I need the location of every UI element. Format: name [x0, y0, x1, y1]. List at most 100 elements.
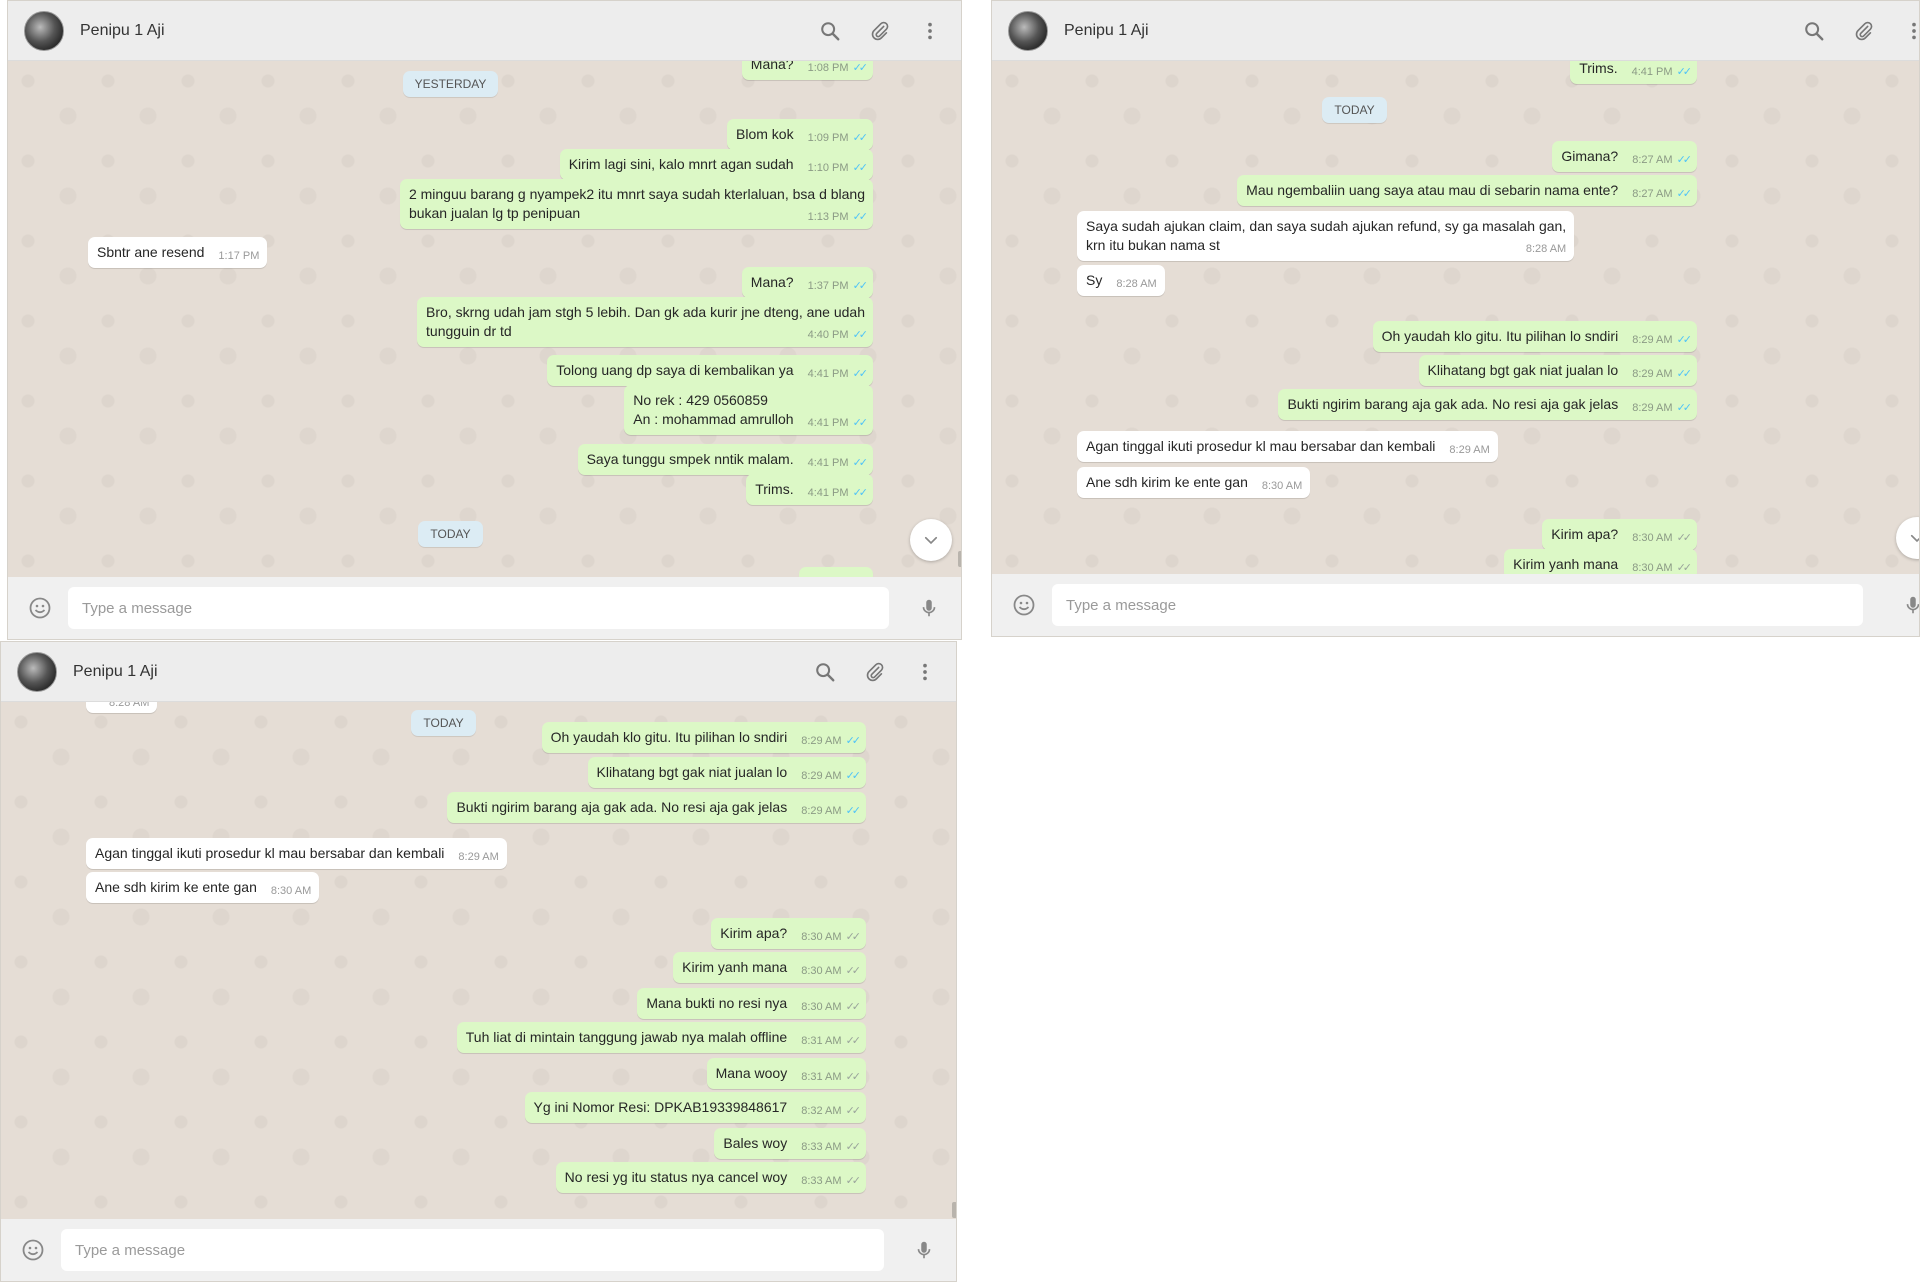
outgoing-message[interactable]: Yg ini Nomor Resi: DPKAB19339848617 8:32 …: [524, 1092, 866, 1123]
outgoing-message[interactable]: Kirim yanh mana 8:30 AM ✓✓: [1504, 549, 1697, 574]
contact-avatar[interactable]: [17, 651, 57, 692]
outgoing-message[interactable]: Gimana? 8:27 AM ✓✓: [1552, 141, 1697, 172]
outgoing-message[interactable]: Bukti ngirim barang aja gak ada. No resi…: [447, 792, 866, 823]
outgoing-message[interactable]: Trims. 4:41 PM ✓✓: [1570, 61, 1697, 84]
vertical-dots-icon[interactable]: [917, 18, 943, 44]
scroll-down-button[interactable]: [910, 519, 952, 561]
message-time: 4:41 PM: [807, 487, 849, 499]
emoji-icon[interactable]: [19, 1236, 47, 1264]
outgoing-message[interactable]: No resi yg itu status nya cancel woy 8:33…: [555, 1162, 866, 1193]
incoming-message[interactable]: Sy 8:28 AM: [1077, 265, 1165, 296]
contact-avatar[interactable]: [24, 10, 64, 51]
message-meta: 1:09 PM ✓✓: [808, 131, 869, 146]
search-icon[interactable]: [1801, 18, 1827, 44]
message-input[interactable]: [61, 1229, 884, 1271]
contact-name[interactable]: Penipu 1 Aji: [80, 22, 793, 40]
outgoing-message[interactable]: Klihatang bgt gak niat jualan lo 8:29 AM ✓…: [587, 757, 866, 788]
vertical-dots-icon[interactable]: [912, 659, 938, 685]
message-time: 8:28 AM: [1116, 278, 1157, 290]
message-time: 8:32 AM: [801, 1105, 842, 1117]
contact-name[interactable]: Penipu 1 Aji: [73, 663, 788, 681]
paperclip-icon[interactable]: [862, 659, 888, 685]
outgoing-message[interactable]: Bro, skrng udah jam stgh 5 lebih. Dan gk…: [417, 297, 873, 347]
message-time: 8:29 AM: [1632, 368, 1673, 380]
outgoing-message[interactable]: Bukti ngirim barang aja gak ada. No resi…: [1278, 389, 1697, 420]
message-input[interactable]: [68, 587, 889, 629]
incoming-message[interactable]: Agan tinggal ikuti prosedur kl mau bersa…: [1077, 431, 1498, 462]
chat-window-1: Penipu 1 Aji Mana? 1:08 PM ✓✓ YESTERDAY Blom…: [7, 0, 962, 640]
outgoing-message[interactable]: Mana wooy 8:31 AM ✓✓: [706, 1058, 866, 1089]
microphone-icon[interactable]: [1899, 591, 1919, 619]
contact-name[interactable]: Penipu 1 Aji: [1064, 22, 1777, 40]
contact-avatar[interactable]: [1008, 10, 1048, 51]
emoji-icon[interactable]: [1010, 591, 1038, 619]
message-text: Trims.: [1579, 61, 1618, 76]
message-time: 8:28 AM: [1525, 243, 1567, 255]
message-time: 8:29 AM: [801, 805, 842, 817]
outgoing-message[interactable]: Mana? 1:37 PM ✓✓: [741, 267, 873, 298]
message-meta: 8:30 AM ✓✓: [1632, 561, 1692, 574]
double-check-icon: ✓✓: [852, 280, 869, 292]
incoming-message[interactable]: Saya sudah ajukan claim, dan saya sudah …: [1077, 211, 1575, 261]
double-check-icon: ✓✓: [852, 329, 869, 341]
double-check-icon: ✓✓: [845, 1105, 862, 1117]
outgoing-message[interactable]: Kirim apa? 8:30 AM ✓✓: [1542, 519, 1697, 550]
message-text: No rek : 429 0560859 An : mohammad amrul…: [633, 392, 794, 427]
message-input[interactable]: [1052, 584, 1863, 626]
incoming-message[interactable]: Ane sdh kirim ke ente gan 8:30 AM: [86, 872, 320, 903]
outgoing-message[interactable]: Gimana?: [799, 567, 873, 577]
incoming-message[interactable]: Agan tinggal ikuti prosedur kl mau bersa…: [86, 838, 507, 869]
vertical-dots-icon[interactable]: [1901, 18, 1919, 44]
search-icon[interactable]: [812, 659, 838, 685]
outgoing-message[interactable]: Kirim apa? 8:30 AM ✓✓: [711, 918, 866, 949]
outgoing-message[interactable]: No rek : 429 0560859 An : mohammad amrul…: [624, 385, 873, 435]
double-check-icon: ✓✓: [1676, 532, 1693, 544]
search-icon[interactable]: [817, 18, 843, 44]
message-time: 8:30 AM: [801, 965, 842, 977]
message-text: Bales woy: [723, 1135, 788, 1151]
chevron-down-icon: [924, 536, 938, 545]
paperclip-icon[interactable]: [1851, 18, 1877, 44]
outgoing-message[interactable]: Tolong uang dp saya di kembalikan ya 4:41…: [547, 355, 873, 386]
message-text: Kirim lagi sini, kalo mnrt agan sudah: [568, 156, 794, 172]
outgoing-message[interactable]: Blom kok 1:09 PM ✓✓: [727, 119, 873, 150]
message-time: 8:30 AM: [1261, 480, 1303, 492]
outgoing-message[interactable]: Mana bukti no resi nya 8:30 AM ✓✓: [637, 988, 866, 1019]
microphone-icon[interactable]: [910, 1236, 938, 1264]
outgoing-message[interactable]: Klihatang bgt gak niat jualan lo 8:29 AM ✓…: [1418, 355, 1697, 386]
outgoing-message[interactable]: Oh yaudah klo gitu. Itu pilihan lo sndir…: [541, 722, 866, 753]
incoming-message[interactable]: Sbntr ane resend 1:17 PM: [88, 237, 268, 268]
microphone-icon[interactable]: [915, 594, 943, 622]
composer: [992, 574, 1919, 636]
paperclip-icon[interactable]: [867, 18, 893, 44]
outgoing-message[interactable]: Oh yaudah klo gitu. Itu pilihan lo sndir…: [1372, 321, 1697, 352]
outgoing-message[interactable]: Saya tunggu smpek nntik malam. 4:41 PM ✓✓: [577, 444, 873, 475]
message-time: 8:29 AM: [458, 851, 499, 863]
message-time: 4:41 PM: [1631, 66, 1673, 78]
message-list[interactable]: 8:28 AM TODAY Oh yaudah klo gitu. Itu pili…: [1, 702, 956, 1219]
outgoing-message[interactable]: Kirim lagi sini, kalo mnrt agan sudah 1:1…: [559, 149, 873, 180]
outgoing-message-row: Klihatang bgt gak niat jualan lo 8:29 AM ✓…: [1, 757, 866, 788]
message-text: Bro, skrng udah jam stgh 5 lebih. Dan gk…: [426, 304, 865, 339]
outgoing-message[interactable]: Kirim yanh mana 8:30 AM ✓✓: [673, 952, 866, 983]
outgoing-message[interactable]: Tuh liat di mintain tanggung jawab nya m…: [456, 1022, 866, 1053]
message-list[interactable]: Trims. 4:41 PM ✓✓ TODAY Gimana? 8:27 AM ✓✓ Mau …: [992, 61, 1919, 574]
message-time: 1:17 PM: [218, 250, 260, 262]
message-text: Saya sudah ajukan claim, dan saya sudah …: [1086, 218, 1567, 253]
outgoing-message[interactable]: 2 minguu barang g nyampek2 itu mnrt saya…: [399, 179, 873, 229]
message-meta: 1:10 PM ✓✓: [808, 161, 869, 176]
message-text: Bukti ngirim barang aja gak ada. No resi…: [456, 799, 788, 815]
message-list[interactable]: Mana? 1:08 PM ✓✓ YESTERDAY Blom kok 1:09 PM ✓✓…: [8, 61, 961, 577]
outgoing-message[interactable]: Trims. 4:41 PM ✓✓: [746, 474, 873, 505]
scroll-down-button[interactable]: [1896, 517, 1919, 559]
double-check-icon: ✓✓: [1676, 402, 1693, 414]
message-text: Yg ini Nomor Resi: DPKAB19339848617: [533, 1099, 788, 1115]
scrollbar[interactable]: [958, 551, 961, 567]
incoming-message[interactable]: Ane sdh kirim ke ente gan 8:30 AM: [1077, 467, 1311, 498]
double-check-icon: ✓✓: [845, 735, 862, 747]
outgoing-message[interactable]: Mau ngembaliin uang saya atau mau di seb…: [1237, 175, 1697, 206]
emoji-icon[interactable]: [26, 594, 54, 622]
scrollbar[interactable]: [952, 1202, 956, 1218]
incoming-message-row: Ane sdh kirim ke ente gan 8:30 AM: [1077, 467, 1311, 498]
outgoing-message[interactable]: Bales woy 8:33 AM ✓✓: [714, 1128, 866, 1159]
